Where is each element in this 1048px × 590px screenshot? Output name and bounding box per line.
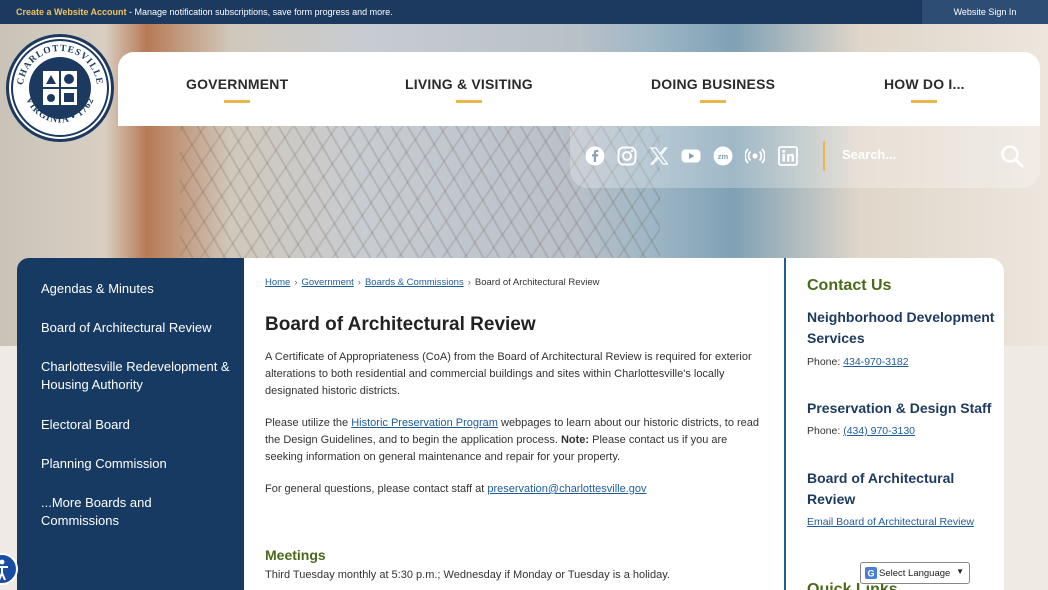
language-select[interactable]: G Select Language ▼ [860, 562, 970, 584]
search-divider [823, 141, 825, 171]
x-icon[interactable] [649, 146, 669, 166]
phone-label: Phone: [807, 425, 844, 437]
website-sign-in-button[interactable]: Website Sign In [922, 0, 1048, 24]
meetings-heading: Meetings [265, 547, 326, 563]
create-account-description: - Manage notification subscriptions, sav… [126, 7, 393, 17]
phone-link[interactable]: (434) 970-3130 [843, 425, 915, 437]
youtube-icon[interactable] [681, 146, 701, 166]
sidebar-item-agendas-minutes[interactable]: Agendas & Minutes [41, 280, 231, 298]
google-translate-icon: G [865, 567, 877, 579]
main-navigation: GOVERNMENT LIVING & VISITING DOING BUSIN… [118, 52, 1040, 126]
main-content: Home › Government › Boards & Commissions › Boa… [244, 258, 784, 590]
breadcrumb-separator: › [357, 277, 361, 288]
city-seal-logo[interactable]: CHARLOTTESVILLE VIRGINIA • 1762 [6, 34, 114, 142]
contact-group-name: Preservation & Design Staff [807, 400, 992, 416]
meetings-schedule: Third Tuesday monthly at 5:30 p.m.; Wedn… [265, 569, 670, 581]
accessibility-icon [0, 559, 8, 581]
contact-us-heading: Contact Us [807, 277, 892, 294]
nav-underline [911, 100, 938, 103]
sidebar-item-more-boards[interactable]: ...More Boards and Commissions [41, 494, 231, 530]
breadcrumb-home[interactable]: Home [265, 277, 290, 288]
guidance-text: Please utilize the [265, 417, 352, 429]
contact-phone: Phone: (434) 970-3130 [807, 425, 915, 437]
nav-underline [224, 100, 251, 103]
nav-label: DOING BUSINESS [651, 76, 776, 92]
sidebar-item-board-architectural-review[interactable]: Board of Architectural Review [41, 319, 231, 337]
phone-label: Phone: [807, 356, 844, 368]
podcast-icon[interactable] [745, 146, 765, 166]
nav-label: GOVERNMENT [186, 76, 289, 92]
chevron-down-icon: ▼ [956, 567, 964, 576]
guidance-paragraph: Please utilize the Historic Preservation… [265, 415, 765, 466]
facebook-icon[interactable] [585, 146, 605, 166]
search-icon[interactable] [1000, 144, 1024, 168]
svg-text:zm: zm [718, 152, 729, 161]
instagram-icon[interactable] [617, 146, 637, 166]
contact-group-name: Neighborhood Development Services [807, 309, 995, 346]
preservation-email-link[interactable]: preservation@charlottesville.gov [487, 483, 646, 495]
nav-item-how-do-i[interactable]: HOW DO I... [884, 76, 965, 103]
social-search-bar: zm Search... [570, 126, 1040, 188]
phone-link[interactable]: 434-970-3182 [843, 356, 908, 368]
note-label: Note: [560, 434, 590, 446]
svg-text:G: G [867, 569, 874, 579]
linkedin-icon[interactable] [778, 146, 798, 166]
questions-paragraph: For general questions, please contact st… [265, 481, 765, 498]
create-account-link[interactable]: Create a Website Account [16, 7, 127, 17]
nav-label: HOW DO I... [884, 76, 965, 92]
breadcrumb-boards-commissions[interactable]: Boards & Commissions [365, 277, 464, 288]
top-utility-bar: Create a Website Account - Manage notifi… [0, 0, 1048, 24]
sidebar-item-planning-commission[interactable]: Planning Commission [41, 455, 231, 473]
contact-group-name: Board of Architectural Review [807, 470, 955, 507]
nav-underline [455, 100, 482, 103]
nav-item-living-visiting[interactable]: LIVING & VISITING [405, 76, 533, 103]
nav-label: LIVING & VISITING [405, 76, 533, 92]
intro-paragraph: A Certificate of Appropriateness (CoA) f… [265, 351, 752, 397]
contact-us-panel: Contact Us Neighborhood Development Serv… [784, 258, 1004, 590]
questions-text: For general questions, please contact st… [265, 483, 488, 495]
breadcrumb-government[interactable]: Government [302, 277, 354, 288]
nav-item-doing-business[interactable]: DOING BUSINESS [651, 76, 776, 103]
section-sidebar-menu: Agendas & Minutes Board of Architectural… [17, 258, 244, 590]
nav-underline [700, 100, 727, 103]
city-seal-graphic: CHARLOTTESVILLE VIRGINIA • 1762 [11, 39, 109, 137]
nav-item-government[interactable]: GOVERNMENT [186, 76, 289, 103]
breadcrumb: Home › Government › Boards & Commissions › Boa… [265, 277, 600, 288]
breadcrumb-current: Board of Architectural Review [474, 277, 600, 288]
language-select-label: Select Language [879, 568, 951, 579]
search-input[interactable]: Search... [842, 147, 896, 162]
page-title: Board of Architectural Review [265, 314, 536, 335]
breadcrumb-separator: › [294, 277, 298, 288]
historic-preservation-link[interactable]: Historic Preservation Program [351, 417, 498, 429]
email-bar-link[interactable]: Email Board of Architectural Review [807, 516, 974, 528]
contact-phone: Phone: 434-970-3182 [807, 356, 909, 368]
sidebar-item-electoral-board[interactable]: Electoral Board [41, 416, 231, 434]
breadcrumb-separator: › [467, 277, 471, 288]
create-account-notice: Create a Website Account - Manage notifi… [16, 7, 393, 17]
zoom-icon[interactable]: zm [713, 146, 733, 166]
sidebar-item-redevelopment-housing[interactable]: Charlottesville Redevelopment & Housing … [41, 358, 231, 394]
